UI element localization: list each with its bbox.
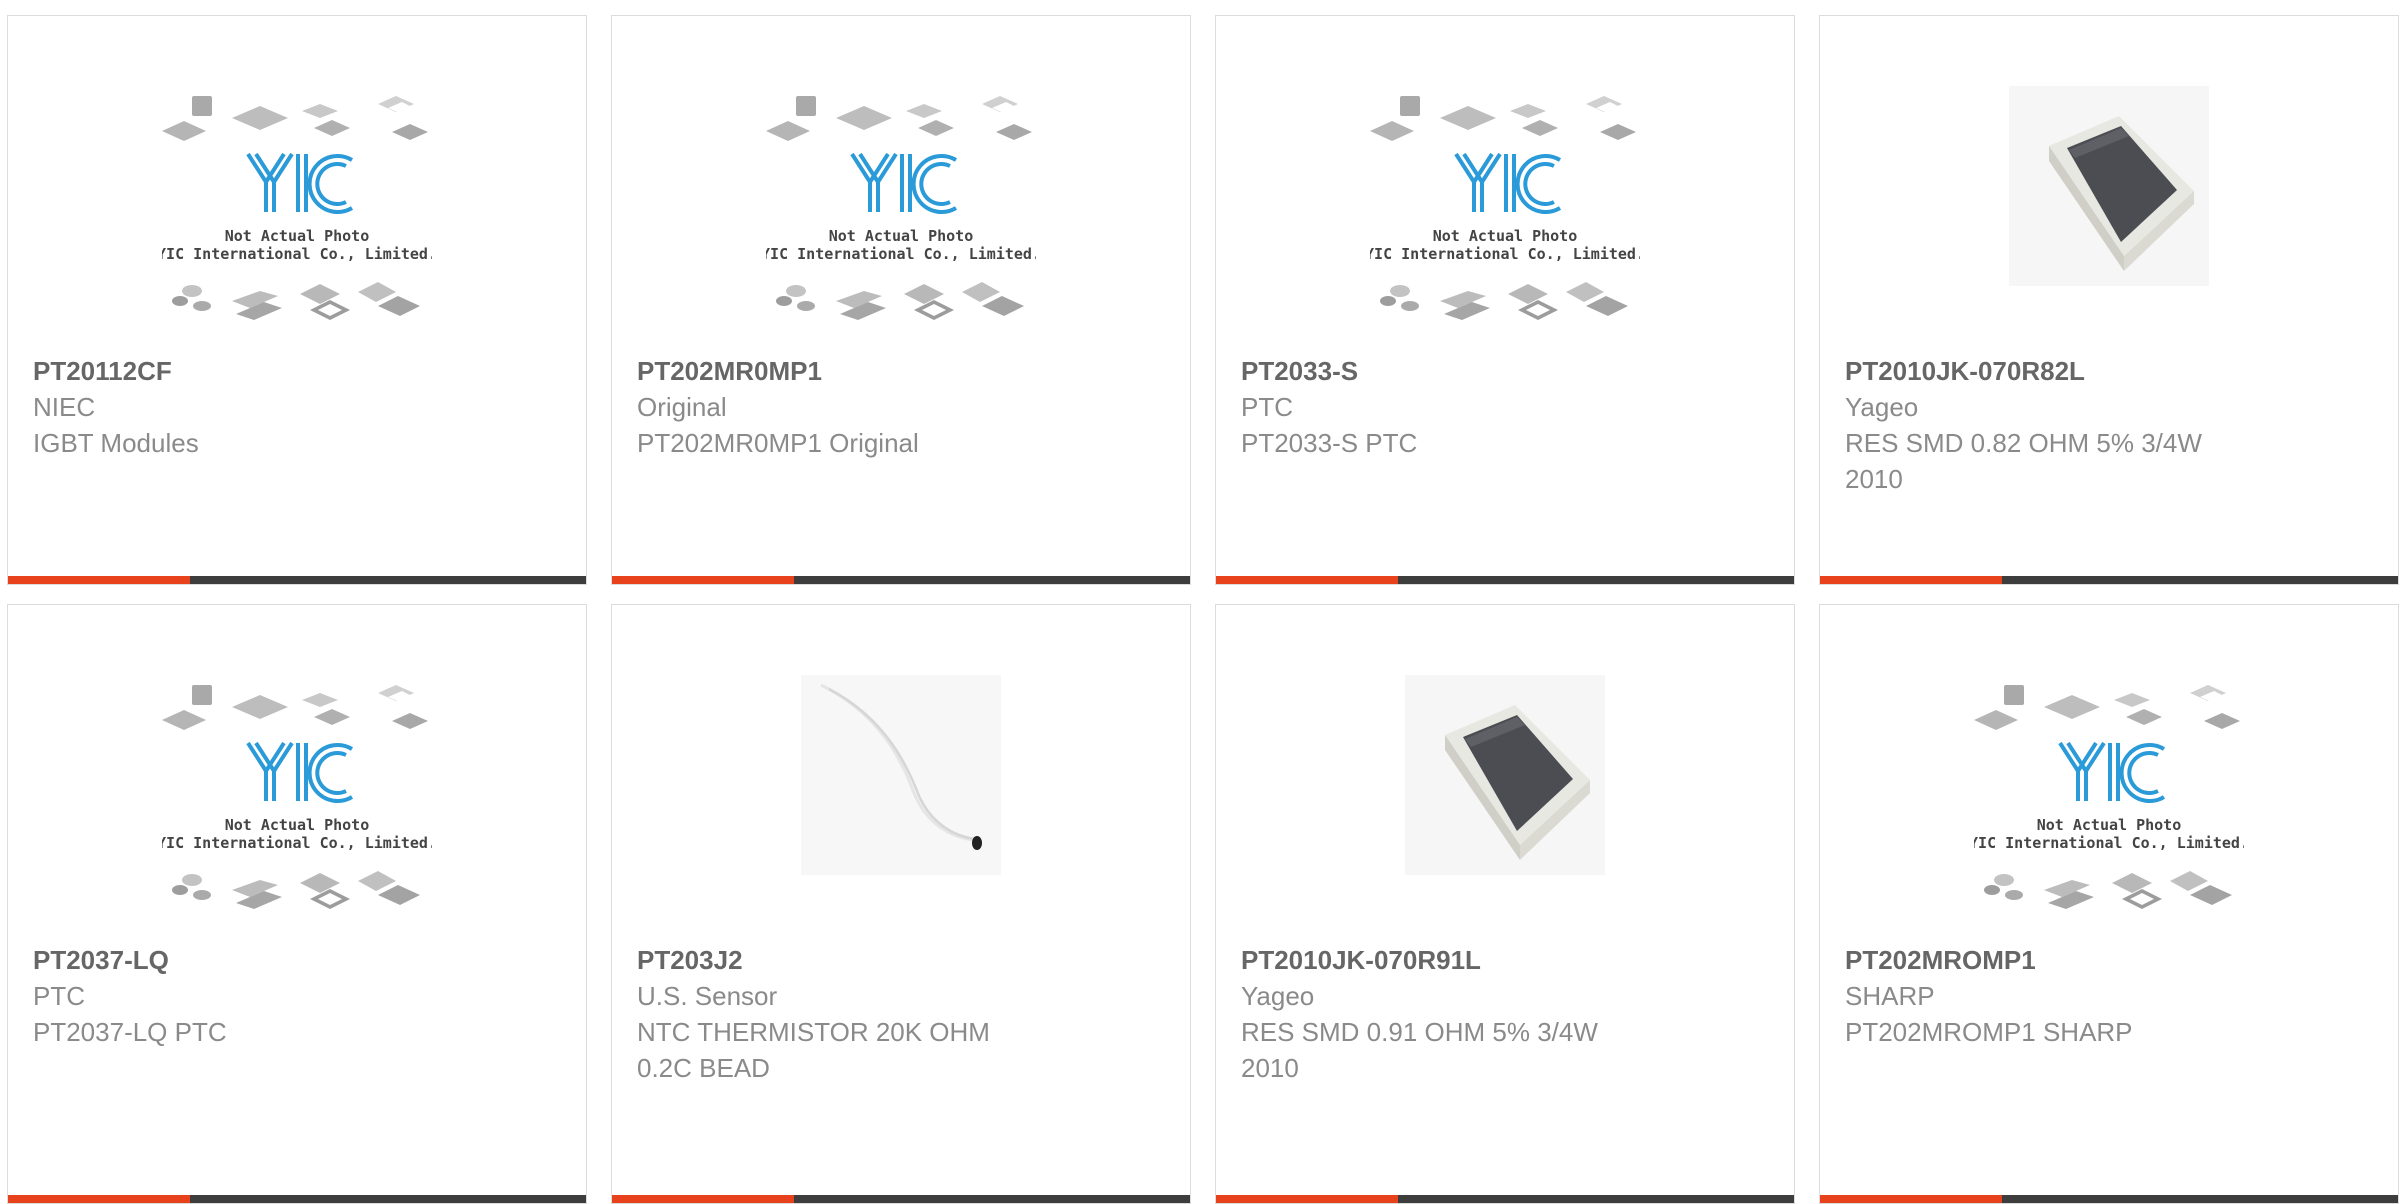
product-card[interactable]: Not Actual Photo YIC International Co., L…	[611, 15, 1191, 585]
placeholder-line1: Not Actual Photo	[1433, 227, 1578, 245]
manufacturer: PTC	[33, 981, 85, 1011]
product-card[interactable]: Not Actual Photo YIC International Co., L…	[7, 15, 587, 585]
part-number[interactable]: PT202MR0MP1	[637, 353, 1037, 389]
description: PT2033-S PTC	[1241, 428, 1418, 458]
placeholder-line2: YIC International Co., Limited.	[766, 245, 1036, 263]
card-accent	[8, 1195, 190, 1203]
yic-placeholder-image[interactable]: Not Actual PhotoYIC International Co., L…	[766, 86, 1036, 336]
placeholder-line2: YIC International Co., Limited.	[1370, 245, 1640, 263]
card-bottom-bar	[1820, 1195, 2398, 1203]
manufacturer: NIEC	[33, 392, 96, 422]
manufacturer: U.S. Sensor	[637, 981, 778, 1011]
description: RES SMD 0.91 OHM 5% 3/4W 2010	[1241, 1017, 1598, 1083]
smd-resistor-image[interactable]	[2009, 86, 2209, 286]
part-number[interactable]: PT20112CF	[33, 353, 433, 389]
product-info: PT203J2 U.S. Sensor NTC THERMISTOR 20K OHM…	[637, 942, 1037, 1086]
product-info: PT2033-S PTC PT2033-S PTC	[1241, 353, 1641, 461]
part-number[interactable]: PT2010JK-070R91L	[1241, 942, 1641, 978]
product-card[interactable]: Not Actual Photo YIC International Co., L…	[7, 604, 587, 1204]
description: NTC THERMISTOR 20K OHM 0.2C BEAD	[637, 1017, 990, 1083]
card-accent	[612, 576, 794, 584]
card-accent	[1216, 1195, 1398, 1203]
card-bottom-bar	[8, 1195, 586, 1203]
placeholder-line1: Not Actual Photo	[225, 227, 370, 245]
product-info: PT2037-LQ PTC PT2037-LQ PTC	[33, 942, 433, 1050]
product-info: PT202MROMP1 SHARP PT202MROMP1 SHARP	[1845, 942, 2245, 1050]
card-bottom-bar	[612, 1195, 1190, 1203]
card-bottom-bar	[8, 576, 586, 584]
card-bottom-bar	[1820, 576, 2398, 584]
product-card[interactable]: PT2010JK-070R82L Yageo RES SMD 0.82 OHM 5%…	[1819, 15, 2399, 585]
manufacturer: Yageo	[1241, 981, 1315, 1011]
part-number[interactable]: PT2037-LQ	[33, 942, 433, 978]
part-number[interactable]: PT202MROMP1	[1845, 942, 2245, 978]
placeholder-line2: YIC International Co., Limited.	[1974, 834, 2244, 852]
description: IGBT Modules	[33, 428, 199, 458]
description: PT2037-LQ PTC	[33, 1017, 227, 1047]
manufacturer: SHARP	[1845, 981, 1935, 1011]
manufacturer: Original	[637, 392, 727, 422]
product-info: PT20112CF NIEC IGBT Modules	[33, 353, 433, 461]
product-card[interactable]: PT2010JK-070R91L Yageo RES SMD 0.91 OHM 5%…	[1215, 604, 1795, 1204]
placeholder-line1: Not Actual Photo	[829, 227, 974, 245]
placeholder-line1: Not Actual Photo	[2037, 816, 2182, 834]
thermistor-image[interactable]	[801, 675, 1001, 875]
yic-placeholder-image[interactable]: Not Actual PhotoYIC International Co., L…	[162, 86, 432, 336]
product-card[interactable]: Not Actual Photo YIC International Co., L…	[1215, 15, 1795, 585]
card-accent	[612, 1195, 794, 1203]
description: PT202MR0MP1 Original	[637, 428, 919, 458]
smd-resistor-image[interactable]	[1405, 675, 1605, 875]
placeholder-line2: YIC International Co., Limited.	[162, 245, 432, 263]
product-info: PT2010JK-070R91L Yageo RES SMD 0.91 OHM 5%…	[1241, 942, 1641, 1086]
manufacturer: PTC	[1241, 392, 1293, 422]
part-number[interactable]: PT2010JK-070R82L	[1845, 353, 2245, 389]
card-bottom-bar	[1216, 1195, 1794, 1203]
product-info: PT2010JK-070R82L Yageo RES SMD 0.82 OHM 5%…	[1845, 353, 2245, 497]
part-number[interactable]: PT203J2	[637, 942, 1037, 978]
description: RES SMD 0.82 OHM 5% 3/4W 2010	[1845, 428, 2202, 494]
yic-placeholder-image[interactable]: Not Actual PhotoYIC International Co., L…	[1370, 86, 1640, 336]
placeholder-line2: YIC International Co., Limited.	[162, 834, 432, 852]
yic-placeholder-image[interactable]: Not Actual PhotoYIC International Co., L…	[1974, 675, 2244, 925]
product-grid: Not Actual Photo YIC International Co., L…	[0, 0, 2400, 1204]
product-card[interactable]: Not Actual Photo YIC International Co., L…	[1819, 604, 2399, 1204]
part-number[interactable]: PT2033-S	[1241, 353, 1641, 389]
product-info: PT202MR0MP1 Original PT202MR0MP1 Original	[637, 353, 1037, 461]
card-accent	[1820, 576, 2002, 584]
manufacturer: Yageo	[1845, 392, 1919, 422]
card-bottom-bar	[1216, 576, 1794, 584]
card-accent	[8, 576, 190, 584]
yic-placeholder-image[interactable]: Not Actual PhotoYIC International Co., L…	[162, 675, 432, 925]
product-card[interactable]: PT203J2 U.S. Sensor NTC THERMISTOR 20K OHM…	[611, 604, 1191, 1204]
card-bottom-bar	[612, 576, 1190, 584]
placeholder-line1: Not Actual Photo	[225, 816, 370, 834]
card-accent	[1820, 1195, 2002, 1203]
card-accent	[1216, 576, 1398, 584]
description: PT202MROMP1 SHARP	[1845, 1017, 2133, 1047]
